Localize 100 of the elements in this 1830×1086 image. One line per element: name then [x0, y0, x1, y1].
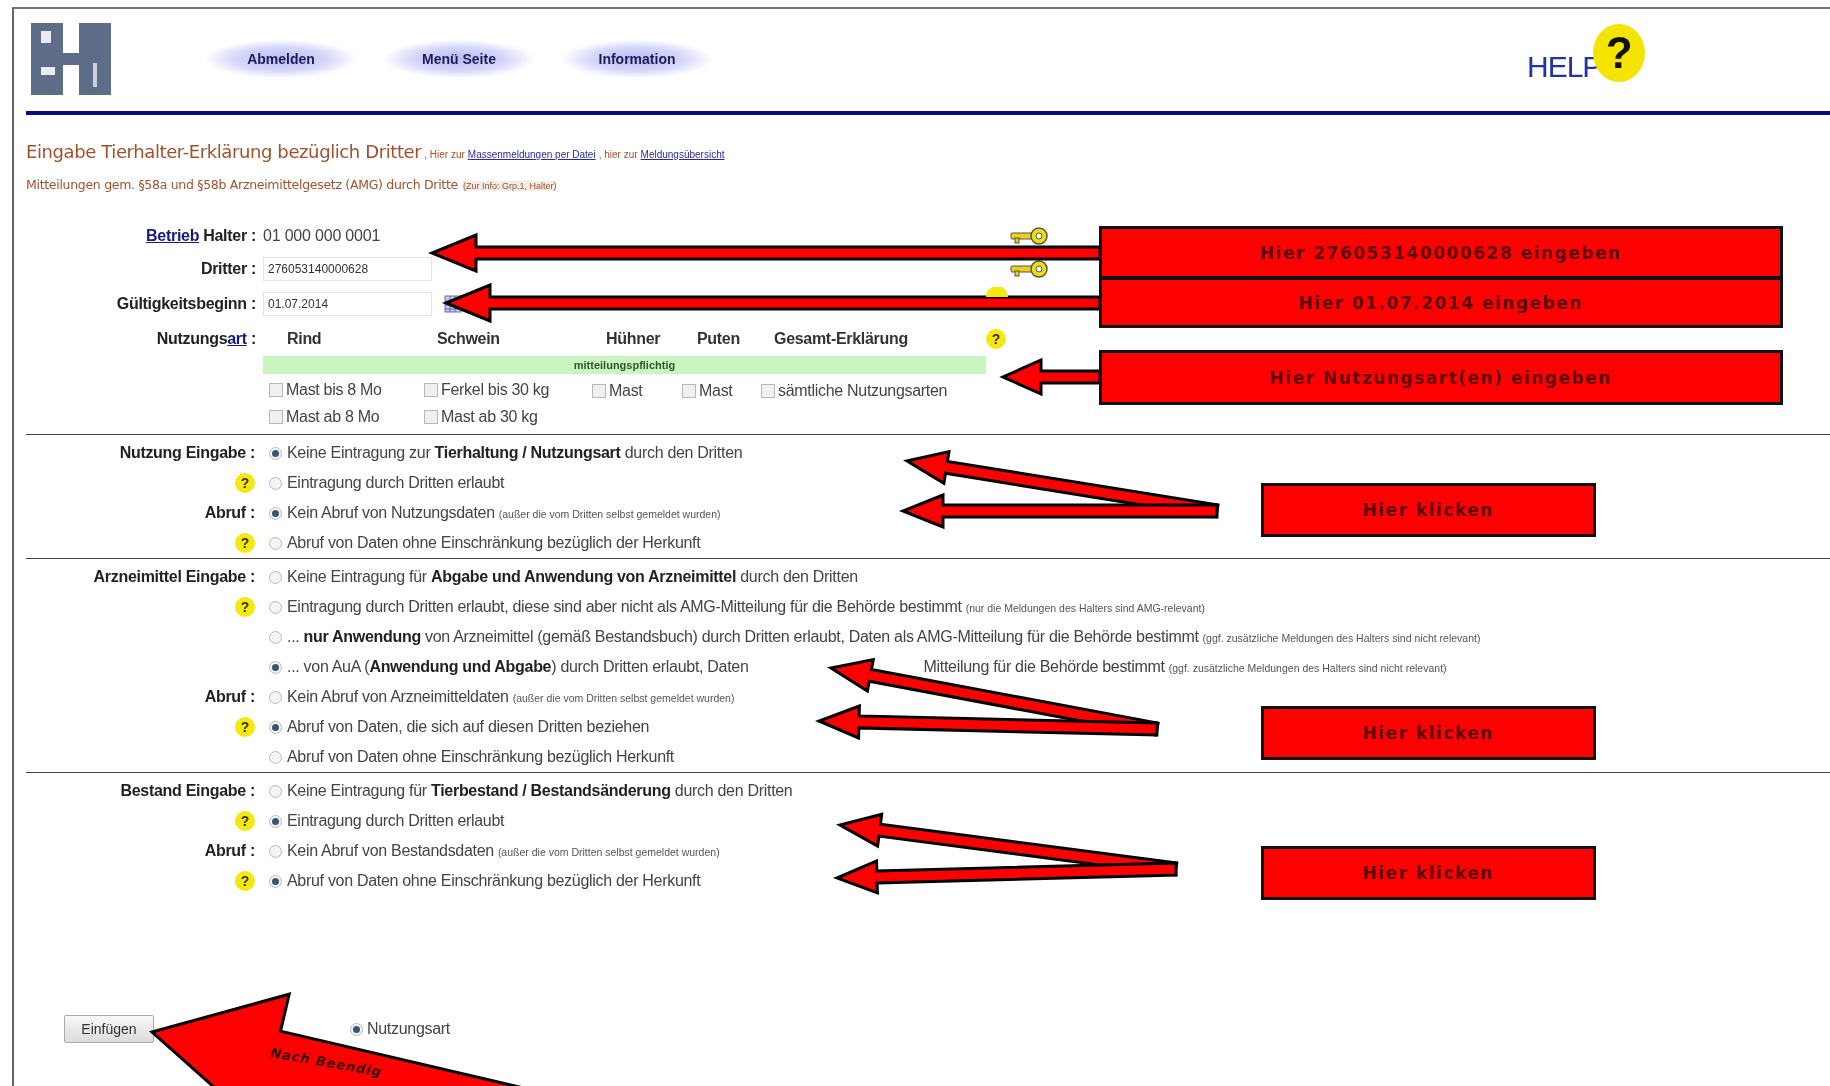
radio-button[interactable] — [268, 476, 282, 490]
callout-box: Hier klicken — [1261, 483, 1596, 537]
radio-button[interactable] — [268, 446, 282, 460]
radio-button[interactable] — [268, 874, 282, 888]
radio-button[interactable] — [268, 720, 282, 734]
option-text: ... nur Anwendung von Arzneimittel (gemäß Bestandsbuch) durch Dritten erlaubt, Daten als AMG-Mitteilung für die Behörde bestimmt — [287, 628, 1199, 646]
group-label: Arzneimittel Eingabe : — [93, 568, 255, 586]
nav-link[interactable]: Abmelden — [206, 40, 356, 78]
group-label: Abruf : — [204, 842, 255, 860]
option-note: (ggf. zusätzliche Meldungen des Halters sind nicht relevant) — [1168, 662, 1447, 674]
checkbox-option[interactable]: Ferkel bis 30 kg — [418, 377, 586, 404]
option-text: Nutzungsart — [367, 1020, 450, 1038]
group-label: Nutzung Eingabe : — [119, 444, 255, 462]
page-title: Eingabe Tierhalter-Erklärung bezüglich Dritter — [26, 141, 422, 162]
option-text: Abruf von Daten ohne Einschränkung bezüglich der Herkunft — [287, 872, 701, 890]
input-field[interactable]: 276053140000628 — [263, 257, 432, 281]
link-prefix: , Hier zur — [424, 149, 465, 160]
help-icon[interactable]: ? — [235, 473, 255, 493]
option-text: Kein Abruf von Nutzungsdaten — [287, 504, 495, 522]
field-label: Gültigkeitsbeginn : — [116, 295, 257, 313]
group-label: Abruf : — [204, 688, 255, 706]
option-note: (außer die vom Dritten selbst gemeldet wurden) — [512, 692, 735, 704]
checkbox-option[interactable]: Mast — [586, 377, 676, 404]
radio-button[interactable] — [268, 600, 282, 614]
callout-box: Hier klicken — [1261, 846, 1596, 900]
option-text: Keine Eintragung zur Tierhaltung / Nutzungsart durch den Dritten — [287, 444, 743, 462]
radio-button[interactable] — [268, 844, 282, 858]
radio-button[interactable] — [268, 784, 282, 798]
checkbox-option[interactable]: sämtliche Nutzungsarten — [755, 377, 986, 404]
radio-button[interactable] — [268, 536, 282, 550]
option-note: (nur die Meldungen des Halters sind AMG-relevant) — [965, 602, 1205, 614]
help-icon[interactable]: ? — [235, 597, 255, 617]
checkbox[interactable] — [424, 409, 438, 424]
link[interactable]: Massenmeldungen per Datei — [467, 149, 596, 160]
callout-box: Hier Nutzungsart(en) eingeben — [1099, 350, 1783, 405]
checkbox[interactable] — [592, 383, 606, 398]
callout-box: Hier 276053140000628 eingeben — [1099, 226, 1783, 279]
radio-button[interactable] — [268, 570, 282, 584]
help-icon[interactable]: ? — [986, 329, 1006, 349]
key-icon — [1010, 226, 1048, 246]
band-label: mitteilungspflichtig — [263, 356, 986, 374]
checkbox-option[interactable]: Mast ab 30 kg — [418, 403, 586, 430]
option-note: (außer die vom Dritten selbst gemeldet wurden) — [498, 508, 721, 520]
input-field[interactable]: 01.07.2014 — [263, 292, 432, 316]
checkbox[interactable] — [269, 383, 283, 398]
radio-button[interactable] — [350, 1022, 363, 1036]
link-prefix: , hier zur — [598, 149, 638, 160]
checkbox[interactable] — [424, 383, 438, 398]
column-heading: Gesamt-Erklärung — [773, 330, 909, 348]
radio-button[interactable] — [268, 506, 282, 520]
link[interactable]: Betrieb — [146, 227, 200, 244]
checkbox-option[interactable]: Mast ab 8 Mo — [263, 403, 418, 430]
radio-button[interactable] — [268, 814, 282, 828]
link[interactable]: art — [227, 330, 247, 347]
arrow-label: Nach Beendig — [269, 1045, 384, 1080]
column-heading: Puten — [696, 330, 741, 348]
checkbox-option[interactable]: Mast — [676, 377, 755, 404]
radio-button[interactable] — [268, 750, 282, 764]
link[interactable]: Meldungsübersicht — [640, 149, 725, 160]
callout-box: Hier klicken — [1261, 706, 1596, 760]
checkbox-option[interactable]: Mast bis 8 Mo — [263, 377, 418, 404]
option-text: Keine Eintragung für Tierbestand / Bestandsänderung durch den Dritten — [287, 782, 793, 800]
option-text: Abruf von Daten ohne Einschränkung bezüglich der Herkunft — [287, 534, 701, 552]
column-heading: Hühner — [605, 330, 662, 348]
checkbox[interactable] — [269, 409, 283, 424]
help-icon[interactable]: ? — [235, 871, 255, 891]
nav-link[interactable]: Menü Seite — [384, 40, 534, 78]
checkbox[interactable] — [761, 383, 775, 398]
checkbox[interactable] — [682, 383, 696, 398]
field-label: Betrieb Halter : — [146, 227, 257, 245]
insert-button[interactable]: Einfügen — [64, 1015, 154, 1043]
option-text: Abruf von Daten ohne Einschränkung bezüglich Herkunft — [287, 748, 674, 766]
field-value: 01 000 000 0001 — [263, 227, 381, 245]
nav-link[interactable]: Information — [562, 40, 712, 78]
help-icon[interactable]: ? — [235, 533, 255, 553]
subtitle: Mitteilungen gem. §58a und §58b Arzneimittelgesetz (AMG) durch Dritte — [26, 177, 458, 192]
group-label: Bestand Eingabe : — [120, 782, 255, 800]
option-text: Kein Abruf von Bestandsdaten — [287, 842, 494, 860]
option-text: Eintragung durch Dritten erlaubt — [287, 812, 505, 830]
option-note: (ggf. zusätzliche Meldungen des Halters sind nicht relevant) — [1202, 632, 1481, 644]
option-text: ... von AuA (Anwendung und Abgabe) durch Dritten erlaubt, Daten — [287, 658, 749, 676]
subtitle-note: (Zur Info: Grp.1, Halter) — [462, 181, 557, 191]
radio-button[interactable] — [268, 630, 282, 644]
field-label: Nutzungsart : — [156, 330, 257, 348]
help-icon — [985, 287, 1009, 297]
callout-box: Hier 01.07.2014 eingeben — [1099, 277, 1783, 328]
radio-button[interactable] — [268, 690, 282, 704]
option-text: Abruf von Daten, die sich auf diesen Dritten beziehen — [287, 718, 650, 736]
column-heading: Schwein — [436, 330, 501, 348]
help-icon[interactable]: ? — [235, 717, 255, 737]
option-text: Kein Abruf von Arzneimitteldaten — [287, 688, 509, 706]
option-text: Eintragung durch Dritten erlaubt, diese sind aber nicht als AMG-Mitteilung für die Behörde bestimmt — [287, 598, 962, 616]
column-heading: Rind — [286, 330, 323, 348]
option-note: (außer die vom Dritten selbst gemeldet wurden) — [497, 846, 720, 858]
group-label: Abruf : — [204, 504, 255, 522]
radio-button[interactable] — [268, 660, 282, 674]
option-text: Keine Eintragung für Abgabe und Anwendung von Arzneimittel durch den Dritten — [287, 568, 858, 586]
option-text: Eintragung durch Dritten erlaubt — [287, 474, 505, 492]
field-label: Dritter : — [200, 260, 257, 278]
help-icon[interactable]: ? — [235, 811, 255, 831]
